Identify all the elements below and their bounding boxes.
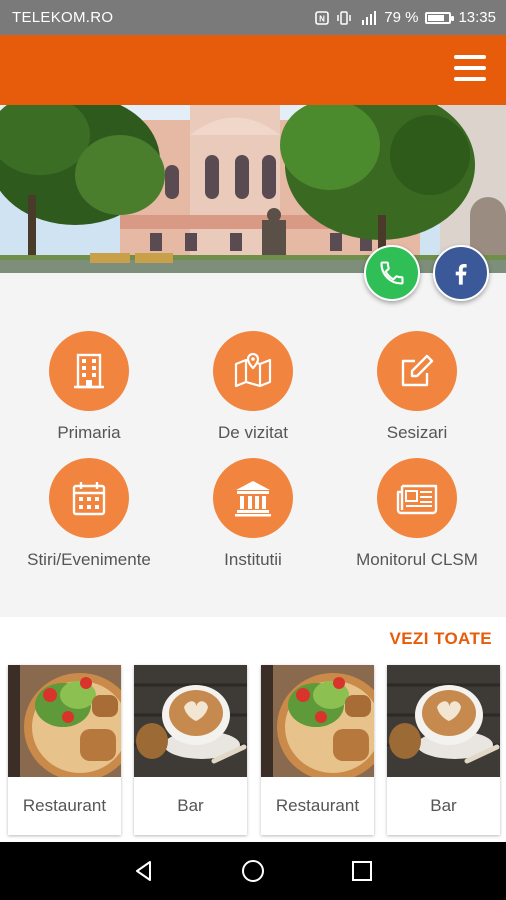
place-label: Bar	[177, 796, 204, 815]
places-section: VEZI TOATE Restaurant Bar Restaurant Bar	[0, 617, 506, 842]
calendar-icon	[49, 458, 129, 538]
facebook-icon	[455, 264, 467, 285]
institution-icon	[213, 458, 293, 538]
status-bar: TELEKOM.RO N 79 % 13:35	[0, 0, 506, 35]
place-card-restaurant[interactable]: Restaurant	[8, 665, 121, 835]
phone-icon	[380, 261, 404, 285]
menu-item-label: De vizitat	[218, 423, 288, 442]
menu-item-de-vizitat[interactable]: De vizitat	[169, 331, 337, 443]
place-label: Bar	[430, 796, 457, 815]
menu-item-label: Primaria	[57, 423, 121, 442]
bar-image	[387, 665, 500, 777]
map-icon	[213, 331, 293, 411]
back-icon[interactable]	[124, 851, 164, 891]
restaurant-image	[261, 665, 374, 777]
hero-image	[0, 105, 506, 273]
system-nav-bar	[0, 842, 506, 900]
place-label: Restaurant	[275, 796, 360, 815]
place-card-bar[interactable]: Bar	[387, 665, 500, 835]
battery-percent: 79 %	[384, 9, 419, 26]
menu-item-label: Institutii	[224, 550, 282, 569]
recents-icon[interactable]	[342, 851, 382, 891]
battery-icon	[425, 11, 455, 24]
menu-item-stiri-evenimente[interactable]: Stiri/Evenimente	[5, 458, 173, 570]
menu-item-institutii[interactable]: Institutii	[169, 458, 337, 570]
menu-item-monitorul-clsm[interactable]: Monitorul CLSM	[333, 458, 501, 570]
menu-item-label: Stiri/Evenimente	[27, 550, 151, 569]
carrier-name: TELEKOM.RO	[12, 9, 114, 26]
restaurant-image	[8, 665, 121, 777]
menu-item-sesizari[interactable]: Sesizari	[333, 331, 501, 443]
app-bar	[0, 35, 506, 105]
edit-icon	[377, 331, 457, 411]
place-label: Restaurant	[22, 796, 107, 815]
place-card-restaurant[interactable]: Restaurant	[261, 665, 374, 835]
see-all-link[interactable]: VEZI TOATE	[389, 629, 492, 649]
hamburger-menu-icon[interactable]	[454, 55, 486, 83]
facebook-button[interactable]	[433, 245, 489, 301]
home-icon[interactable]	[233, 851, 273, 891]
svg-text:N: N	[319, 14, 325, 23]
vibrate-icon	[336, 10, 352, 25]
phone-button[interactable]	[364, 245, 420, 301]
newspaper-icon	[377, 458, 457, 538]
menu-item-label: Monitorul CLSM	[356, 550, 478, 569]
signal-icon	[359, 10, 377, 25]
place-card-bar[interactable]: Bar	[134, 665, 247, 835]
menu-item-primaria[interactable]: Primaria	[5, 331, 173, 443]
status-icons: N 79 % 13:35	[315, 9, 496, 26]
menu-item-label: Sesizari	[386, 423, 448, 442]
nfc-icon: N	[315, 10, 330, 25]
clock: 13:35	[458, 9, 496, 26]
building-icon	[49, 331, 129, 411]
bar-image	[134, 665, 247, 777]
